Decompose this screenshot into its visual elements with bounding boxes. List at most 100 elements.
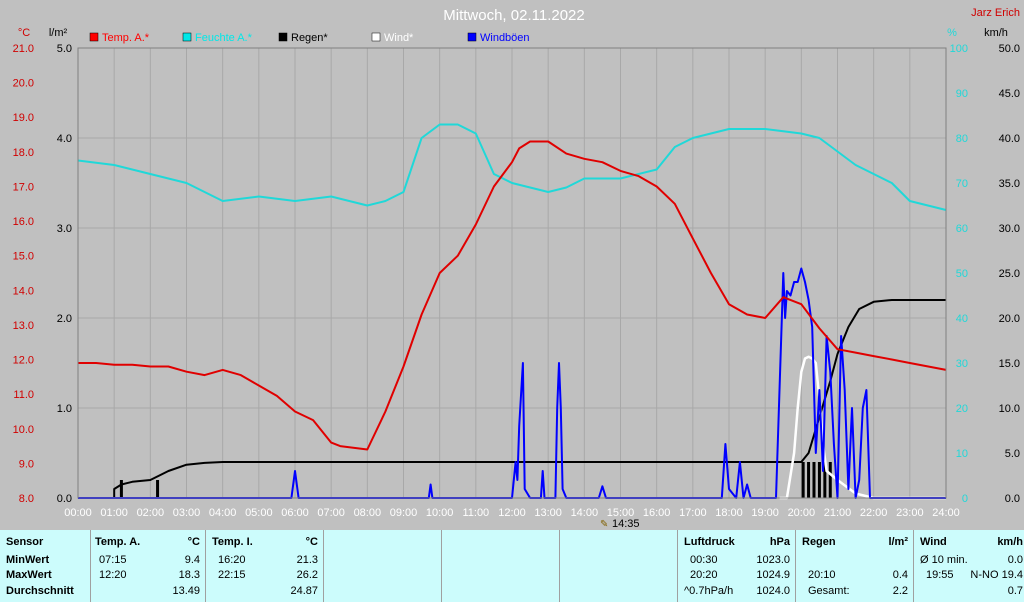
temp-tick-11.0: 11.0	[13, 389, 34, 401]
x-tick-24:00: 24:00	[932, 507, 960, 519]
temp-tick-21.0: 21.0	[13, 43, 34, 55]
wind-tick-45.0: 45.0	[999, 88, 1020, 100]
x-tick-21:00: 21:00	[824, 507, 852, 519]
rain-total: 2.2	[892, 585, 908, 597]
rain-tick-0.0: 0.0	[57, 493, 72, 505]
rain-bar-3	[807, 462, 811, 498]
x-tick-12:00: 12:00	[498, 507, 526, 519]
x-tick-22:00: 22:00	[860, 507, 888, 519]
hum-tick-30: 30	[956, 358, 968, 370]
hum-tick-40: 40	[956, 313, 968, 325]
temp-i-max: 26.2	[296, 569, 318, 581]
temp-tick-10.0: 10.0	[13, 424, 34, 436]
temp-a-max: 18.3	[178, 569, 200, 581]
wind-max-time: 19:55	[926, 569, 954, 581]
col-rain: Regen l/m² 20:10 Gesamt: 0.4 2.2	[795, 530, 914, 602]
temp-tick-17.0: 17.0	[13, 181, 34, 193]
rain-unit-label: l/m²	[49, 27, 68, 39]
x-tick-07:00: 07:00	[317, 507, 345, 519]
legend-label-0: Temp. A.*	[102, 32, 150, 44]
legend-swatch-4	[467, 32, 477, 42]
col-temp-i: Temp. I. °C 16:20 22:15 21.3 26.2 24.87	[205, 530, 324, 602]
hum-tick-100: 100	[950, 43, 968, 55]
temp-tick-19.0: 19.0	[13, 112, 34, 124]
x-tick-05:00: 05:00	[245, 507, 273, 519]
temp-tick-9.0: 9.0	[19, 458, 34, 470]
row-label-avg: Durchschnitt	[6, 585, 74, 597]
legend-label-2: Regen*	[291, 32, 328, 44]
pressure-min-time: 00:30	[690, 554, 718, 566]
col-empty-1	[323, 530, 442, 602]
hum-unit-label: %	[947, 27, 957, 39]
wind-tick-35.0: 35.0	[999, 178, 1020, 190]
rain-bar-5	[817, 462, 821, 498]
legend-swatch-0	[89, 32, 99, 42]
legend-label-3: Wind*	[384, 32, 414, 44]
rain-max: 0.4	[892, 569, 908, 581]
time-marker-label: 14:35	[612, 518, 640, 530]
weather-chart: 00:00 01:00 02:00 03:00 04:00 05:00 06:00 07:00…	[13, 7, 1020, 530]
temp-a-header: Temp. A.	[95, 536, 141, 548]
x-tick-09:00: 09:00	[390, 507, 418, 519]
rain-bar-2	[801, 462, 805, 498]
row-label-max: MaxWert	[6, 569, 52, 581]
wind-avg: 0.0	[1007, 554, 1023, 566]
legend-label-4: Windböen	[480, 32, 530, 44]
pressure-header: Luftdruck	[684, 536, 735, 548]
col-empty-3	[559, 530, 678, 602]
temp-i-avg: 24.87	[290, 585, 318, 597]
rain-header: Regen	[802, 536, 836, 548]
temp-tick-20.0: 20.0	[13, 78, 34, 90]
x-tick-23:00: 23:00	[896, 507, 924, 519]
temp-i-min: 21.3	[296, 554, 318, 566]
col-empty-2	[441, 530, 560, 602]
col-pressure: Luftdruck hPa 00:30 20:20 ^0.7hPa/h 1023…	[677, 530, 796, 602]
rain-tick-5.0: 5.0	[57, 43, 72, 55]
temp-tick-8.0: 8.0	[19, 493, 34, 505]
temp-a-avg: 13.49	[172, 585, 200, 597]
wind-tick-5.0: 5.0	[1005, 448, 1020, 460]
x-tick-20:00: 20:00	[788, 507, 816, 519]
temp-a-min-time: 07:15	[99, 554, 127, 566]
hum-tick-80: 80	[956, 133, 968, 145]
temp-tick-13.0: 13.0	[13, 320, 34, 332]
hum-tick-10: 10	[956, 448, 968, 460]
pressure-avg: 1024.0	[756, 585, 790, 597]
pressure-max: 1024.9	[756, 569, 790, 581]
temp-a-max-time: 12:20	[99, 569, 127, 581]
wind-tick-40.0: 40.0	[999, 133, 1020, 145]
legend-swatch-1	[182, 32, 192, 42]
wind-tick-20.0: 20.0	[999, 313, 1020, 325]
hum-tick-0: 0	[962, 493, 968, 505]
col-temp-a: Temp. A. °C 07:15 12:20 9.4 18.3 13.49	[90, 530, 206, 602]
wind-mean: 0.7	[1007, 585, 1023, 597]
temp-i-header: Temp. I.	[212, 536, 253, 548]
temp-i-max-time: 22:15	[218, 569, 246, 581]
wind-tick-0.0: 0.0	[1005, 493, 1020, 505]
temp-tick-12.0: 12.0	[13, 355, 34, 367]
x-tick-08:00: 08:00	[354, 507, 382, 519]
rain-tick-1.0: 1.0	[57, 403, 72, 415]
temp-tick-18.0: 18.0	[13, 147, 34, 159]
wind-tick-10.0: 10.0	[999, 403, 1020, 415]
hum-tick-20: 20	[956, 403, 968, 415]
temp-a-min: 9.4	[184, 554, 200, 566]
x-tick-03:00: 03:00	[173, 507, 201, 519]
rain-max-time: 20:10	[808, 569, 836, 581]
temp-unit-label: °C	[18, 27, 30, 39]
wind-tick-30.0: 30.0	[999, 223, 1020, 235]
x-tick-10:00: 10:00	[426, 507, 454, 519]
rain-bar-7	[828, 462, 832, 498]
x-tick-14:00: 14:00	[571, 507, 599, 519]
rain-bar-4	[812, 462, 816, 498]
pressure-trend: ^0.7hPa/h	[684, 585, 734, 597]
temp-tick-14.0: 14.0	[13, 285, 34, 297]
temp-i-unit: °C	[305, 536, 318, 548]
x-tick-02:00: 02:00	[137, 507, 165, 519]
hum-tick-90: 90	[956, 88, 968, 100]
temp-i-min-time: 16:20	[218, 554, 246, 566]
legend-swatch-2	[278, 32, 288, 42]
wind-tick-25.0: 25.0	[999, 268, 1020, 280]
rain-tick-4.0: 4.0	[57, 133, 72, 145]
wind-tick-15.0: 15.0	[999, 358, 1020, 370]
